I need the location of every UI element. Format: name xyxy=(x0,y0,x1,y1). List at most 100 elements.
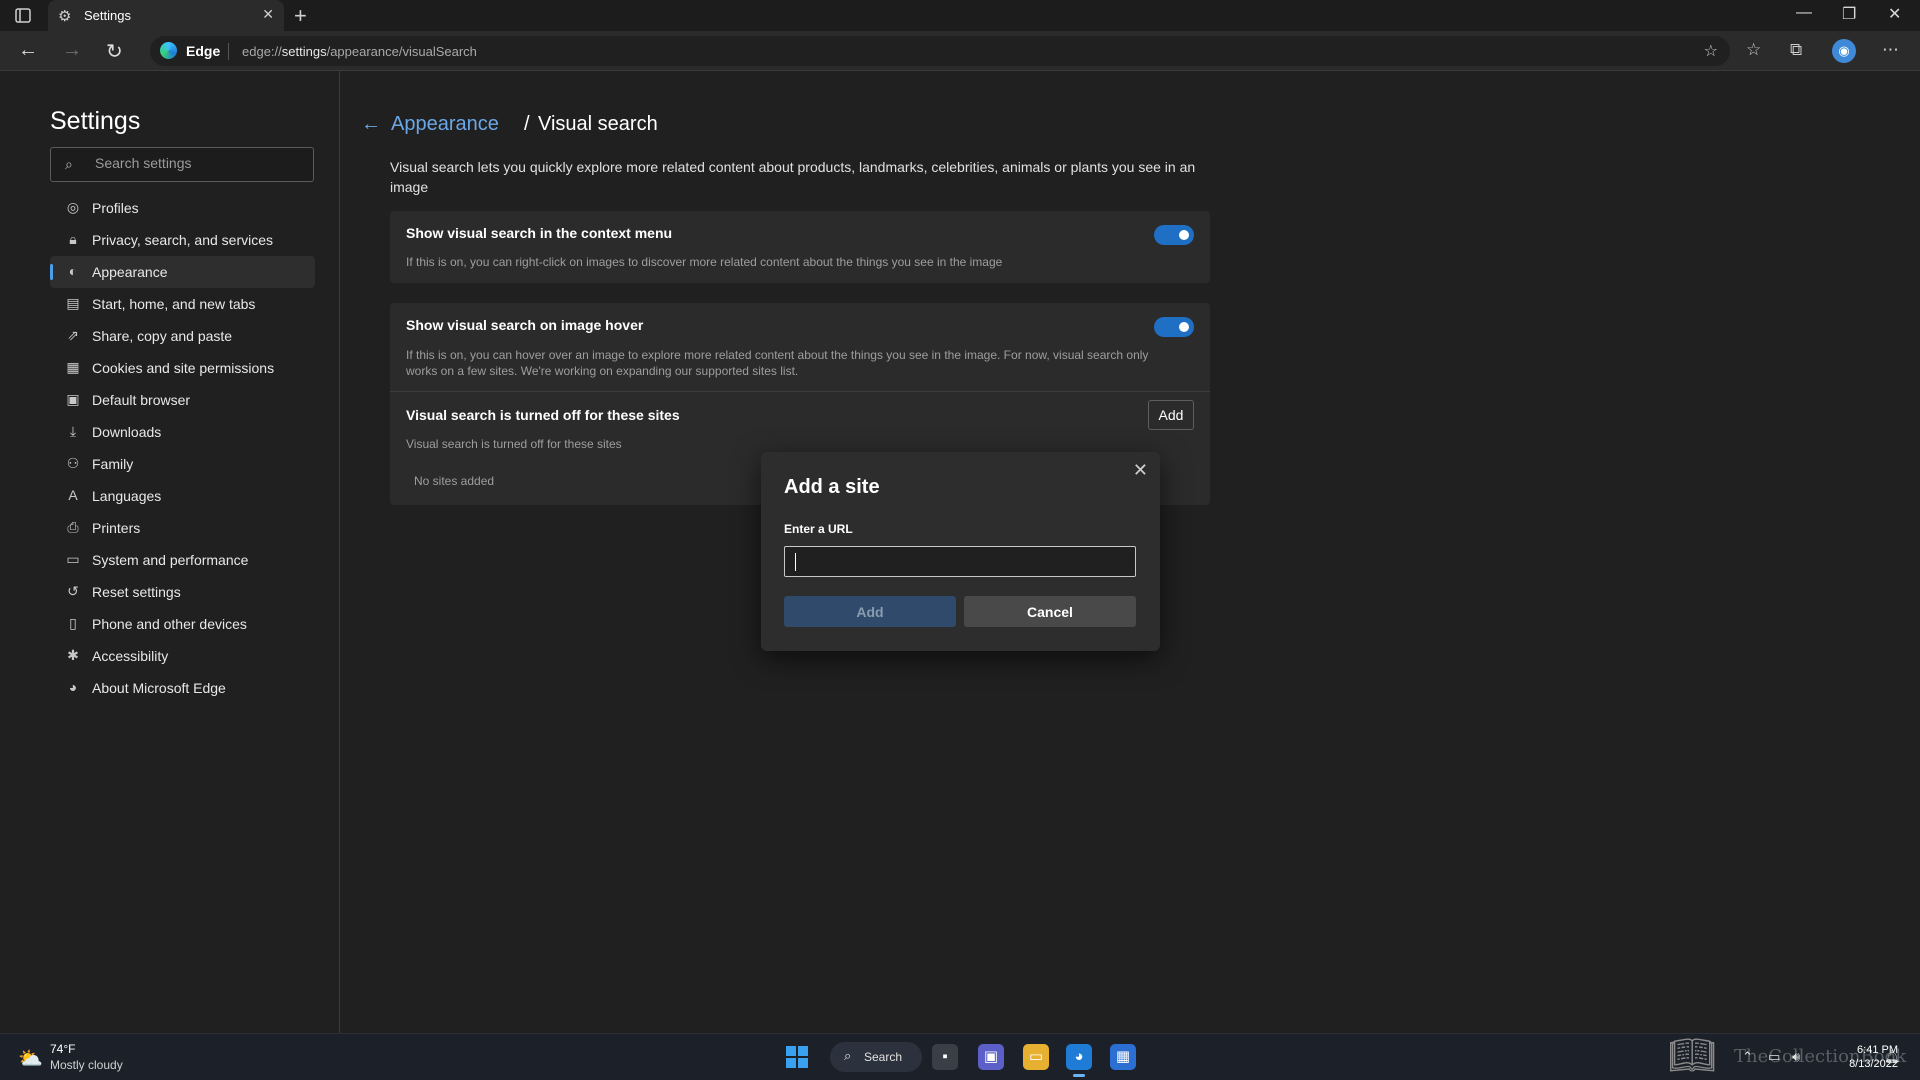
sidebar-title: Settings xyxy=(50,107,141,135)
tray-chevron-icon[interactable]: ⌃ xyxy=(1742,1049,1753,1065)
task-view-icon[interactable]: ▪ xyxy=(932,1044,958,1070)
browser-toolbar: ← → ↻ Edge edge://settings/appearance/vi… xyxy=(0,31,1920,71)
close-tab-icon[interactable]: ✕ xyxy=(262,6,274,23)
dialog-cancel-button[interactable]: Cancel xyxy=(964,596,1136,627)
sidebar-item-printers[interactable]: ⎙ Printers xyxy=(50,512,315,544)
settings-sidebar: Settings ⌕ ◎Profiles 🔒︎Privacy, search, … xyxy=(0,71,340,1033)
sidebar-item-family[interactable]: ⚇ Family xyxy=(50,448,315,480)
blocked-sites-title: Visual search is turned off for these si… xyxy=(406,407,680,423)
dialog-close-icon[interactable]: ✕ xyxy=(1133,460,1148,481)
system-icon: ▭ xyxy=(66,551,80,567)
breadcrumb-separator: / xyxy=(524,113,530,135)
url-field-label: Enter a URL xyxy=(784,522,853,536)
breadcrumb-appearance-link[interactable]: Appearance xyxy=(391,113,499,136)
sidebar-item-share[interactable]: ⇗ Share, copy and paste xyxy=(50,320,315,352)
tab-title: Settings xyxy=(84,8,131,23)
address-brand: Edge xyxy=(186,43,221,59)
tab-settings[interactable]: ⚙ Settings ✕ xyxy=(48,0,284,31)
lock-icon: 🔒︎ xyxy=(69,231,77,247)
edge-taskbar-icon[interactable]: ◕ xyxy=(1066,1044,1092,1077)
back-arrow-icon[interactable]: ← xyxy=(361,113,381,136)
sidebar-item-profiles[interactable]: ◎ Profiles xyxy=(50,192,315,224)
taskbar: ⛅ 74°F Mostly cloudy ⌕ Search ▪ ▣ ▭ ◕ ▦ … xyxy=(0,1033,1920,1080)
dialog-add-button[interactable]: Add xyxy=(784,596,956,627)
settings-search[interactable]: ⌕ xyxy=(50,147,314,182)
sidebar-item-accessibility[interactable]: ✱ Accessibility xyxy=(50,640,315,672)
taskbar-search[interactable]: ⌕ Search xyxy=(830,1042,922,1072)
search-input[interactable] xyxy=(95,155,305,171)
no-sites-text: No sites added xyxy=(414,474,495,488)
partly-cloudy-icon: ⛅ xyxy=(18,1048,43,1070)
address-bar[interactable]: Edge edge://settings/appearance/visualSe… xyxy=(150,36,1730,66)
book-watermark-icon: 📖︎ xyxy=(1668,1035,1717,1077)
text-caret xyxy=(795,553,796,571)
cookies-icon: ▦ xyxy=(66,359,80,375)
volume-icon[interactable]: 🔊︎ xyxy=(1792,1049,1800,1065)
sidebar-nav: ◎ Profiles 🔒︎ Privacy, search, and service… xyxy=(50,192,315,704)
more-options-icon[interactable]: ⋯ xyxy=(1882,40,1899,60)
sidebar-item-downloads[interactable]: ⤓ Downloads xyxy=(50,416,315,448)
printer-icon: ⎙ xyxy=(67,519,79,535)
sidebar-item-appearance[interactable]: ◐ Appearance xyxy=(50,256,315,288)
search-icon: ⌕ xyxy=(844,1048,852,1063)
file-explorer-icon[interactable]: ▭ xyxy=(1023,1044,1049,1070)
profile-avatar[interactable]: ◉ xyxy=(1832,39,1856,63)
sidebar-item-privacy[interactable]: 🔒︎ Privacy, search, and services xyxy=(50,224,315,256)
sidebar-item-default-browser[interactable]: ▣ Default browser xyxy=(50,384,315,416)
profile-icon: ◎ xyxy=(66,199,80,215)
forward-icon[interactable]: → xyxy=(62,39,82,62)
toggle-knob xyxy=(1179,322,1189,332)
address-separator xyxy=(228,43,229,60)
window-close-icon[interactable]: ✕ xyxy=(1888,4,1901,24)
store-icon[interactable]: ▦ xyxy=(1110,1044,1136,1070)
new-tab-button[interactable]: + xyxy=(294,3,307,29)
notification-icon[interactable]: 🔔︎ xyxy=(1884,1049,1901,1065)
page-title: Visual search xyxy=(538,113,658,135)
image-hover-setting-subtitle: If this is on, you can hover over an ima… xyxy=(406,348,1149,378)
gear-icon: ⚙ xyxy=(58,8,72,25)
minimize-icon[interactable]: — xyxy=(1796,4,1812,22)
search-icon: ⌕ xyxy=(65,156,73,172)
context-menu-setting-subtitle: If this is on, you can right-click on im… xyxy=(406,255,1003,269)
add-favorite-icon[interactable]: ☆ xyxy=(1704,41,1718,61)
reset-icon: ↺ xyxy=(67,583,79,599)
collections-icon[interactable]: ⧉ xyxy=(1790,40,1802,60)
appearance-icon: ◐ xyxy=(68,263,78,279)
sidebar-item-languages[interactable]: A Languages xyxy=(50,480,315,512)
taskbar-search-label: Search xyxy=(864,1050,903,1064)
teams-chat-icon[interactable]: ▣ xyxy=(978,1044,1004,1070)
sidebar-item-start-home[interactable]: ▤ Start, home, and new tabs xyxy=(50,288,315,320)
sidebar-item-cookies[interactable]: ▦ Cookies and site permissions xyxy=(50,352,315,384)
favorites-icon[interactable]: ☆ xyxy=(1746,40,1761,60)
add-site-dialog: Add a site ✕ Enter a URL Add Cancel xyxy=(761,452,1160,651)
accessibility-icon: ✱ xyxy=(67,647,79,663)
network-icon[interactable]: ▭ xyxy=(1768,1049,1780,1065)
edge-icon: ◕ xyxy=(68,679,78,695)
family-icon: ⚇ xyxy=(66,455,80,471)
back-icon[interactable]: ← xyxy=(18,39,38,62)
url-input[interactable] xyxy=(784,546,1136,577)
weather-condition: Mostly cloudy xyxy=(50,1058,123,1072)
image-hover-setting-title: Show visual search on image hover xyxy=(406,317,644,333)
context-menu-setting-card: Show visual search in the context menu I… xyxy=(390,211,1210,283)
home-tabs-icon: ▤ xyxy=(66,295,80,311)
url-text[interactable]: edge://settings/appearance/visualSearch xyxy=(242,44,477,59)
windows-start-icon[interactable] xyxy=(786,1046,808,1068)
sidebar-item-system[interactable]: ▭ System and performance xyxy=(50,544,315,576)
edge-logo-icon xyxy=(160,42,177,59)
sidebar-item-reset[interactable]: ↺ Reset settings xyxy=(50,576,315,608)
sidebar-item-phone[interactable]: ▯ Phone and other devices xyxy=(50,608,315,640)
page-description: Visual search lets you quickly explore m… xyxy=(390,159,1196,195)
add-site-button[interactable]: Add xyxy=(1148,400,1194,430)
share-icon: ⇗ xyxy=(67,327,79,343)
weather-temperature: 74°F xyxy=(50,1042,76,1056)
context-menu-toggle[interactable] xyxy=(1154,225,1194,245)
languages-icon: A xyxy=(68,487,78,503)
phone-icon: ▯ xyxy=(69,615,77,631)
sidebar-item-about[interactable]: ◕ About Microsoft Edge xyxy=(50,672,315,704)
refresh-icon[interactable]: ↻ xyxy=(106,39,123,64)
restore-icon[interactable]: ❐ xyxy=(1842,4,1856,24)
image-hover-toggle[interactable] xyxy=(1154,317,1194,337)
tab-actions-icon[interactable] xyxy=(12,6,34,26)
browser-icon: ▣ xyxy=(66,391,80,407)
